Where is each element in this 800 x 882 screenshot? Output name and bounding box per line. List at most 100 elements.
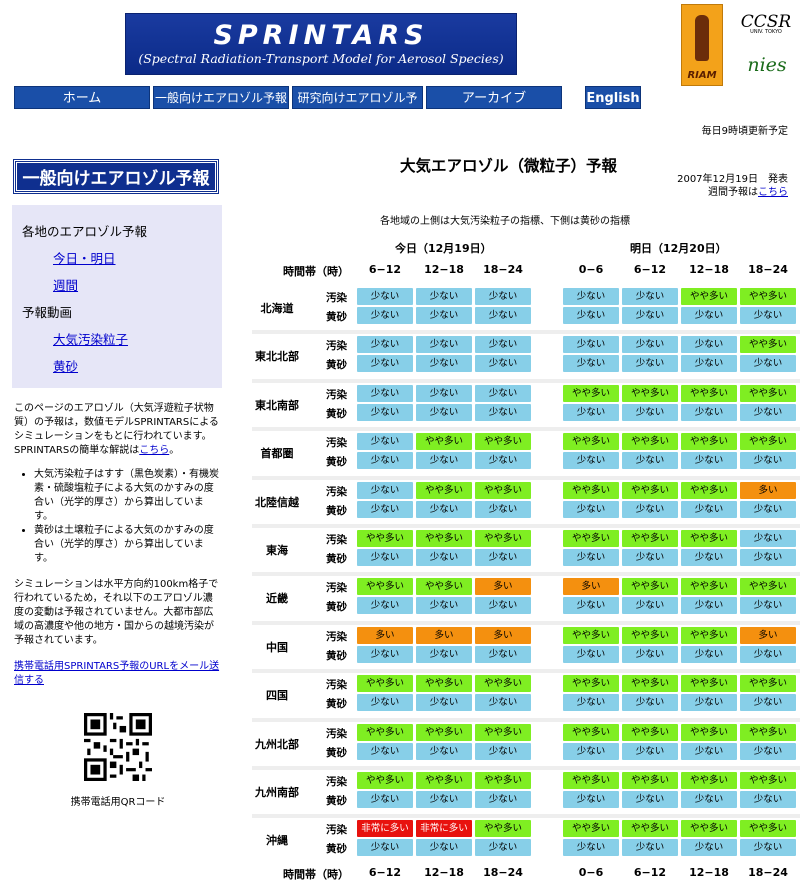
kind-pollution-label: 汚染	[326, 679, 347, 692]
kind-dust-label: 黄砂	[326, 698, 347, 711]
top-tomorrow-slot: 6−12	[633, 263, 667, 276]
pollution-cell: やや多い	[622, 626, 678, 644]
dust-cell: 少ない	[416, 355, 472, 373]
bottom-today-slot: 6−12	[368, 866, 402, 879]
kind-dust-label: 黄砂	[326, 504, 347, 517]
region-name: 中国	[266, 640, 288, 654]
kind-dust-label: 黄砂	[326, 553, 347, 565]
dust-cell: 少ない	[563, 500, 619, 518]
nav-public-forecast[interactable]: 一般向けエアロゾル予報	[153, 86, 289, 109]
pollution-cell: やや多い	[357, 675, 413, 693]
pollution-cell: やや多い	[740, 433, 796, 451]
kind-dust-label: 黄砂	[326, 359, 347, 372]
weekly-forecast-link[interactable]: こちら	[758, 187, 788, 198]
top-today-slot: 12−18	[424, 263, 464, 276]
dust-cell: 少ない	[416, 694, 472, 712]
nav-home[interactable]: ホーム	[14, 86, 150, 109]
ccsr-logo[interactable]: CCSR UNIV. TOKYO	[737, 12, 795, 35]
pollution-cell: やや多い	[681, 384, 737, 402]
dust-cell: 少ない	[740, 307, 796, 324]
qr-label: 携帯電話用QRコード	[70, 797, 166, 808]
pollution-cell: やや多い	[416, 578, 472, 596]
row-separator	[252, 669, 800, 674]
pollution-cell: やや多い	[475, 772, 531, 789]
dust-cell: 少ない	[475, 597, 531, 615]
pollution-cell: やや多い	[475, 820, 531, 838]
pollution-cell: 非常に多い	[357, 820, 413, 838]
riam-logo[interactable]: RIAM	[681, 4, 723, 86]
kind-dust-label: 黄砂	[326, 843, 347, 856]
dust-cell: 少ない	[622, 452, 678, 470]
dust-cell: 少ない	[740, 791, 796, 808]
region-name: 東海	[266, 544, 288, 557]
resolution-note: シミュレーションは水平方向約100km格子で行われているため，それ以下のエアロゾ…	[14, 579, 219, 646]
dust-cell: 少ない	[357, 355, 413, 373]
pollution-cell: やや多い	[681, 675, 737, 693]
nies-logo[interactable]: nies	[742, 54, 792, 84]
region-name: 近畿	[266, 592, 288, 606]
dust-cell: 少ない	[681, 355, 737, 373]
pollution-cell: 多い	[740, 626, 796, 644]
pollution-cell: やや多い	[563, 481, 619, 499]
row-separator	[252, 620, 800, 625]
dust-cell: 少ない	[475, 500, 531, 518]
menu-link-today-tomorrow[interactable]: 今日・明日	[53, 248, 116, 267]
sidebar-description: このページのエアロゾル（大気浮遊粒子状物質）の予報は，数値モデルSPRINTAR…	[14, 402, 222, 688]
menu-link-pollution-animation[interactable]: 大気汚染粒子	[53, 329, 128, 348]
nav-archive[interactable]: アーカイブ	[426, 86, 562, 109]
dust-cell: 少ない	[622, 839, 678, 857]
dust-cell: 少ない	[357, 694, 413, 712]
dust-cell: 少ない	[416, 839, 472, 857]
pollution-cell: やや多い	[563, 675, 619, 693]
intro-end: 。	[169, 445, 180, 456]
pollution-cell: やや多い	[563, 772, 619, 789]
dust-cell: 少ない	[563, 403, 619, 421]
dust-cell: 少ない	[622, 403, 678, 421]
mobile-mail-link[interactable]: 携帯電話用SPRINTARS予報のURLをメール送信する	[14, 661, 219, 686]
dust-cell: 少ない	[357, 549, 413, 566]
kind-dust-label: 黄砂	[326, 601, 347, 614]
dust-cell: 少ない	[681, 549, 737, 566]
pollution-cell: やや多い	[475, 433, 531, 451]
sprintars-banner[interactable]: SPRINTARS (Spectral Radiation-Transport …	[125, 13, 517, 75]
pollution-cell: やや多い	[622, 675, 678, 693]
top-today-slot: 18−24	[483, 263, 523, 276]
menu-link-dust-animation[interactable]: 黄砂	[53, 356, 78, 375]
dust-cell: 少ない	[416, 791, 472, 808]
pollution-cell: やや多い	[681, 723, 737, 741]
nav-english[interactable]: English	[585, 86, 641, 109]
dust-cell: 少ない	[740, 694, 796, 712]
pollution-cell: やや多い	[622, 772, 678, 789]
menu-link-weekly[interactable]: 週間	[53, 275, 78, 294]
dust-cell: 少ない	[563, 549, 619, 566]
row-separator	[252, 475, 800, 480]
intro-link[interactable]: こちら	[139, 445, 169, 456]
pollution-cell: やや多い	[416, 530, 472, 547]
kind-pollution-label: 汚染	[326, 437, 347, 450]
dust-cell: 少ない	[416, 307, 472, 324]
kind-pollution-label: 汚染	[326, 824, 347, 837]
row-separator	[252, 717, 800, 722]
pollution-cell: やや多い	[740, 675, 796, 693]
dust-cell: 少ない	[416, 403, 472, 421]
dust-cell: 少ない	[563, 839, 619, 857]
row-separator	[252, 378, 800, 383]
dust-cell: 少ない	[622, 307, 678, 324]
pollution-cell: 少ない	[475, 384, 531, 402]
legend-note: 各地域の上側は大気汚染粒子の指標、下側は黄砂の指標	[380, 216, 630, 227]
pollution-cell: やや多い	[475, 481, 531, 499]
dust-cell: 少ない	[416, 742, 472, 760]
issue-info: 2007年12月19日 発表 週間予報はこちら	[677, 173, 788, 199]
nies-logo-label: nies	[747, 54, 787, 76]
pollution-cell: やや多い	[563, 384, 619, 402]
top-tomorrow-slot: 12−18	[689, 263, 729, 276]
top-today-slot: 6−12	[368, 263, 402, 276]
pollution-cell: やや多い	[416, 433, 472, 451]
nav-research-forecast[interactable]: 研究向けエアロゾル予報	[292, 86, 423, 128]
pollution-cell: やや多い	[357, 723, 413, 741]
row-separator	[252, 427, 800, 432]
bottom-today-slot: 18−24	[483, 866, 523, 879]
intro-paragraph: このページのエアロゾル（大気浮遊粒子状物質）の予報は，数値モデルSPRINTAR…	[14, 402, 222, 458]
dust-cell: 少ない	[740, 549, 796, 566]
bullet-list: 大気汚染粒子はすす（黒色炭素）・有機炭素・硫酸塩粒子による大気のかすみの度合い（…	[14, 468, 222, 566]
